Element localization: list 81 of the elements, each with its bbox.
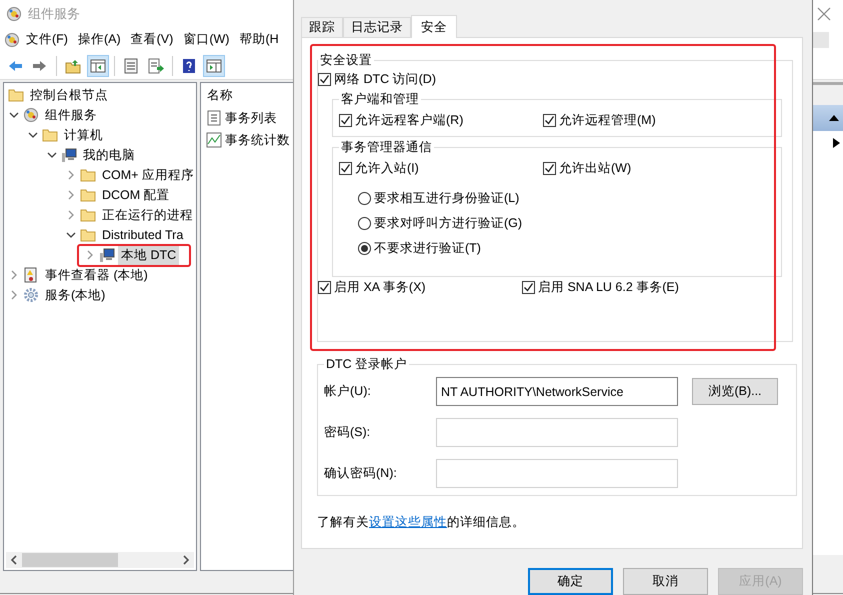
folder-icon [80, 207, 96, 223]
chart-icon [206, 132, 222, 148]
radio-label: 要求对呼叫方进行验证(G) [374, 214, 522, 232]
list-item[interactable]: 事务统计数 [225, 132, 290, 148]
group-title: 客户端和管理 [340, 91, 420, 108]
radio-button[interactable] [358, 192, 371, 204]
help-text: 了解有关设置这些属性的详细信息。 [317, 514, 526, 531]
checkbox[interactable] [318, 72, 331, 86]
menu-item[interactable]: 文件(F) [22, 31, 72, 48]
checkbox[interactable] [543, 162, 556, 174]
tab[interactable]: 安全 [411, 15, 457, 38]
radio-button[interactable] [358, 242, 371, 254]
tree-item[interactable]: 本地 DTC [118, 246, 180, 264]
scroll-left-icon[interactable] [10, 555, 18, 565]
checkbox-label: 启用 SNA LU 6.2 事务(E) [538, 278, 679, 296]
tree-item[interactable]: DCOM 配置 [99, 186, 173, 204]
settings-link[interactable]: 设置这些属性 [369, 515, 447, 529]
tree-item[interactable]: 服务(本地) [42, 286, 108, 304]
close-icon[interactable] [816, 6, 832, 22]
folder-icon [42, 127, 58, 143]
menu-item[interactable]: 窗口(W) [179, 31, 234, 48]
tree-item[interactable]: 计算机 [61, 126, 106, 144]
component-icon [6, 6, 22, 22]
checkbox-label: 允许远程客户端(R) [355, 112, 464, 128]
tree-item[interactable]: 控制台根节点 [27, 86, 111, 104]
component-icon [23, 107, 39, 123]
column-header[interactable]: 名称 [201, 83, 297, 107]
tree-item[interactable]: 我的电脑 [80, 146, 138, 164]
folder-icon [80, 187, 96, 203]
menu-item[interactable]: 操作(A) [74, 31, 125, 48]
browse-button[interactable]: 浏览(B)... [692, 378, 778, 405]
horizontal-scrollbar[interactable] [6, 552, 194, 568]
checkbox[interactable] [318, 280, 331, 294]
tree-pane-icon[interactable] [87, 54, 109, 76]
tree-item[interactable]: 正在运行的进程 [99, 206, 196, 224]
expand-icon[interactable] [833, 138, 840, 148]
ok-button[interactable]: 确定 [528, 568, 613, 595]
list-item[interactable]: 事务列表 [225, 110, 277, 126]
password-field[interactable] [436, 459, 678, 488]
tree-item[interactable]: Distributed Tra [99, 227, 186, 243]
field-label: 密码(S): [324, 424, 372, 441]
radio-button[interactable] [358, 216, 371, 230]
field-label: 帐户(U): [324, 383, 372, 400]
folder-icon [8, 87, 24, 103]
checkbox-label: 网络 DTC 访问(D) [334, 70, 436, 88]
tab[interactable]: 日志记录 [343, 17, 411, 37]
folder-icon [80, 167, 96, 183]
folder-icon [80, 227, 96, 243]
group-title: DTC 登录帐户 [325, 356, 408, 373]
group-title: 事务管理器通信 [340, 139, 433, 156]
checkbox-label: 允许入站(I) [355, 160, 419, 176]
computer-icon [99, 247, 115, 263]
tab[interactable]: 跟踪 [301, 17, 343, 37]
window-title: 组件服务 [28, 4, 80, 22]
field-label: 确认密码(N): [324, 465, 398, 482]
checkbox[interactable] [543, 114, 556, 126]
radio-label: 要求相互进行身份验证(L) [374, 190, 520, 206]
collapse-icon[interactable] [829, 114, 839, 122]
checkbox[interactable] [339, 114, 352, 126]
checkbox-label: 允许出站(W) [559, 160, 632, 176]
group-title: 安全设置 [319, 52, 373, 69]
scroll-right-icon[interactable] [182, 555, 190, 565]
computer-icon [61, 147, 77, 163]
checkbox[interactable] [522, 280, 535, 294]
checkbox[interactable] [339, 162, 352, 174]
cancel-button[interactable]: 取消 [623, 568, 708, 595]
checkbox-label: 启用 XA 事务(X) [334, 278, 426, 296]
event-log-icon [23, 267, 39, 283]
action-pane-icon[interactable] [203, 54, 225, 76]
menu-item[interactable]: 帮助(H [235, 31, 283, 48]
component-icon [4, 32, 20, 48]
tree-item[interactable]: 组件服务 [42, 106, 100, 124]
account-field[interactable]: NT AUTHORITY\NetworkService [436, 377, 678, 406]
password-field[interactable] [436, 418, 678, 447]
checkbox-label: 允许远程管理(M) [559, 112, 656, 128]
tree-item[interactable]: COM+ 应用程序 [99, 166, 196, 184]
gear-icon [23, 287, 39, 303]
list-icon [206, 110, 222, 126]
radio-label: 不要求进行验证(T) [374, 240, 481, 256]
tree-item[interactable]: 事件查看器 (本地) [42, 266, 151, 284]
menu-item[interactable]: 查看(V) [126, 31, 178, 48]
